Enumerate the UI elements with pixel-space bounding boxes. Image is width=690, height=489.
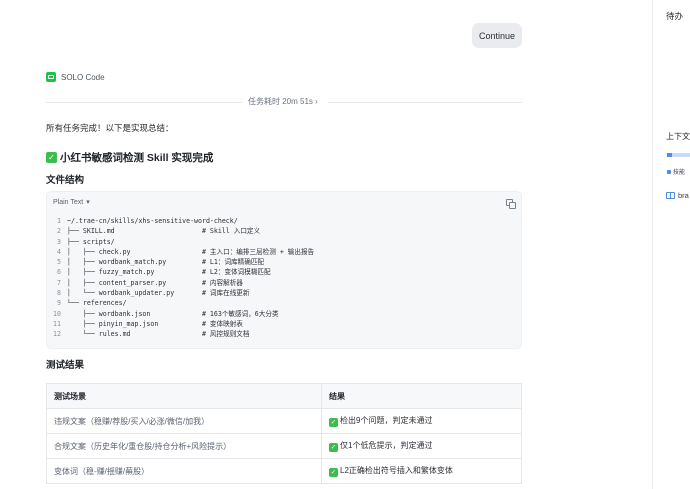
code-line: 11 ├── pinyin_map.json # 变体映射表 xyxy=(47,319,521,329)
code-line: 2 ├── SKILL.md # Skill 入口定义 xyxy=(47,226,521,236)
code-line-number: 10 xyxy=(53,309,61,318)
skill-legend-dot xyxy=(667,169,671,174)
code-language-selector[interactable]: Plain Text ▾ xyxy=(53,198,90,207)
elapsed-divider[interactable]: 任务耗时 20m 51s › xyxy=(46,96,522,108)
code-line-number: 12 xyxy=(53,330,61,339)
chevron-down-icon: ▾ xyxy=(86,199,90,206)
files-heading: 文件结构 xyxy=(46,175,85,186)
code-line-number: 3 xyxy=(57,237,61,246)
code-line-text: ├── pinyin_map.json # 变体映射表 xyxy=(67,319,243,328)
test-rows: 违规文案（稳赚/荐股/买入/必涨/微信/加我） ✓ 检出9个问题，判定未通过 合规文案… xyxy=(46,408,522,484)
table-row: 变体词（稳-赚/揺赚/蕪股） ✓ L2正确检出符号插入和繁体变体 xyxy=(46,458,522,484)
code-line: 3 ├── scripts/ xyxy=(47,237,521,247)
code-line-text: │ └── wordbank_updater.py # 词库在线更新 xyxy=(67,289,250,298)
divider-line-right xyxy=(328,102,522,103)
code-line: 12 └── rules.md # 风控规则文档 xyxy=(47,329,521,339)
table-row: 违规文案（稳赚/荐股/买入/必涨/微信/加我） ✓ 检出9个问题，判定未通过 xyxy=(46,408,522,434)
tests-heading: 测试结果 xyxy=(46,360,85,371)
book-icon xyxy=(666,192,675,199)
elapsed-text: 任务耗时 20m 51s xyxy=(248,97,313,106)
browse-item[interactable]: bra xyxy=(666,191,689,200)
code-line-text: ├── wordbank.json # 163个敏感词，6大分类 xyxy=(67,309,279,318)
code-block: Plain Text ▾ 1 ~/.trae-cn/skills/xhs-sens… xyxy=(46,191,522,349)
code-line-number: 7 xyxy=(57,278,61,287)
code-line: 7 │ ├── content_parser.py # 内容解析器 xyxy=(47,278,521,288)
divider-line-left xyxy=(46,102,242,103)
code-line-text: ├── scripts/ xyxy=(67,237,115,246)
code-line: 10 ├── wordbank.json # 163个敏感词，6大分类 xyxy=(47,309,521,319)
context-label: 上下文 xyxy=(666,132,690,141)
copy-icon[interactable] xyxy=(506,199,513,206)
test-results-table: 测试场景 结果 违规文案（稳赚/荐股/买入/必涨/微信/加我） ✓ 检出9个问题，判… xyxy=(46,383,522,484)
code-line-text: │ ├── wordbank_match.py # L1：词库精确匹配 xyxy=(67,258,265,267)
agent-name: SOLO Code xyxy=(61,72,105,82)
code-line-text: └── rules.md # 风控规则文档 xyxy=(67,330,250,339)
code-line-number: 5 xyxy=(57,258,61,267)
code-line-number: 9 xyxy=(57,299,61,308)
code-language: Plain Text xyxy=(53,198,84,206)
context-usage-bar xyxy=(667,153,690,157)
check-mark-icon: ✓ xyxy=(329,417,338,427)
agent-label: SOLO Code xyxy=(46,72,105,82)
code-line: 4 │ ├── check.py # 主入口：编排三层检测 + 输出报告 xyxy=(47,247,521,257)
code-line-number: 2 xyxy=(57,227,61,236)
check-mark-icon: ✓ xyxy=(329,442,338,452)
code-line-number: 8 xyxy=(57,289,61,298)
table-row: 合规文案（历史年化/重仓股/持仓分析+风险提示） ✓ 仅1个低危提示，判定通过 xyxy=(46,433,522,459)
test-result-text: L2正确检出符号插入和繁体变体 xyxy=(340,466,453,476)
code-line-text: └── references/ xyxy=(67,299,127,308)
code-lines: 1 ~/.trae-cn/skills/xhs-sensitive-word-ch… xyxy=(47,216,521,340)
test-result-text: 检出9个问题，判定未通过 xyxy=(340,416,433,426)
test-result-cell: ✓ L2正确检出符号插入和繁体变体 xyxy=(321,458,522,484)
summary-text: 所有任务完成！以下是实现总结： xyxy=(46,123,174,133)
test-result-cell: ✓ 仅1个低危提示，判定通过 xyxy=(321,433,522,459)
code-line-text: │ ├── fuzzy_match.py # L2：变体词模糊匹配 xyxy=(67,268,271,277)
check-mark-icon: ✓ xyxy=(46,152,57,163)
code-line-text: ├── SKILL.md # Skill 入口定义 xyxy=(67,227,261,236)
right-side-panel: 待办 上下文 技能 bra xyxy=(652,0,690,489)
code-line-number: 11 xyxy=(53,319,61,328)
test-scene-cell: 违规文案（稳赚/荐股/买入/必涨/微信/加我） xyxy=(46,408,322,434)
code-line-text: │ ├── content_parser.py # 内容解析器 xyxy=(67,278,243,287)
skill-label: 技能 xyxy=(673,170,686,176)
result-heading: ✓ 小红书敏感词检测 Skill 实现完成 xyxy=(46,150,213,165)
result-heading-text: 小红书敏感词检测 Skill 实现完成 xyxy=(60,152,214,164)
table-header-scene: 测试场景 xyxy=(46,383,322,409)
test-scene-cell: 合规文案（历史年化/重仓股/持仓分析+风险提示） xyxy=(46,433,322,459)
solo-code-icon xyxy=(46,72,56,82)
todo-title: 待办 xyxy=(666,11,684,21)
check-mark-icon: ✓ xyxy=(329,467,338,477)
chat-main-area: Continue SOLO Code 任务耗时 20m 51s › 所有任务完成… xyxy=(0,0,652,489)
code-line: 8 │ └── wordbank_updater.py # 词库在线更新 xyxy=(47,288,521,298)
test-result-cell: ✓ 检出9个问题，判定未通过 xyxy=(321,408,522,434)
code-line-number: 6 xyxy=(57,268,61,277)
chevron-right-icon: › xyxy=(315,97,318,106)
code-line-text: ~/.trae-cn/skills/xhs-sensitive-word-che… xyxy=(67,217,238,225)
table-header-row: 测试场景 结果 xyxy=(46,383,522,409)
code-line: 9 └── references/ xyxy=(47,298,521,308)
skill-legend: 技能 xyxy=(667,167,685,176)
continue-button[interactable]: Continue xyxy=(472,23,522,48)
browse-label: bra xyxy=(678,191,689,200)
code-line: 5 │ ├── wordbank_match.py # L1：词库精确匹配 xyxy=(47,257,521,267)
code-line-number: 1 xyxy=(57,217,61,225)
code-line: 6 │ ├── fuzzy_match.py # L2：变体词模糊匹配 xyxy=(47,267,521,277)
table-header-result: 结果 xyxy=(321,383,522,409)
code-line: 1 ~/.trae-cn/skills/xhs-sensitive-word-ch… xyxy=(47,216,521,226)
test-scene-cell: 变体词（稳-赚/揺赚/蕪股） xyxy=(46,458,322,484)
code-line-text: │ ├── check.py # 主入口：编排三层检测 + 输出报告 xyxy=(67,247,315,256)
elapsed-time[interactable]: 任务耗时 20m 51s › xyxy=(248,96,318,107)
test-result-text: 仅1个低危提示，判定通过 xyxy=(340,441,433,451)
code-line-number: 4 xyxy=(57,247,61,256)
